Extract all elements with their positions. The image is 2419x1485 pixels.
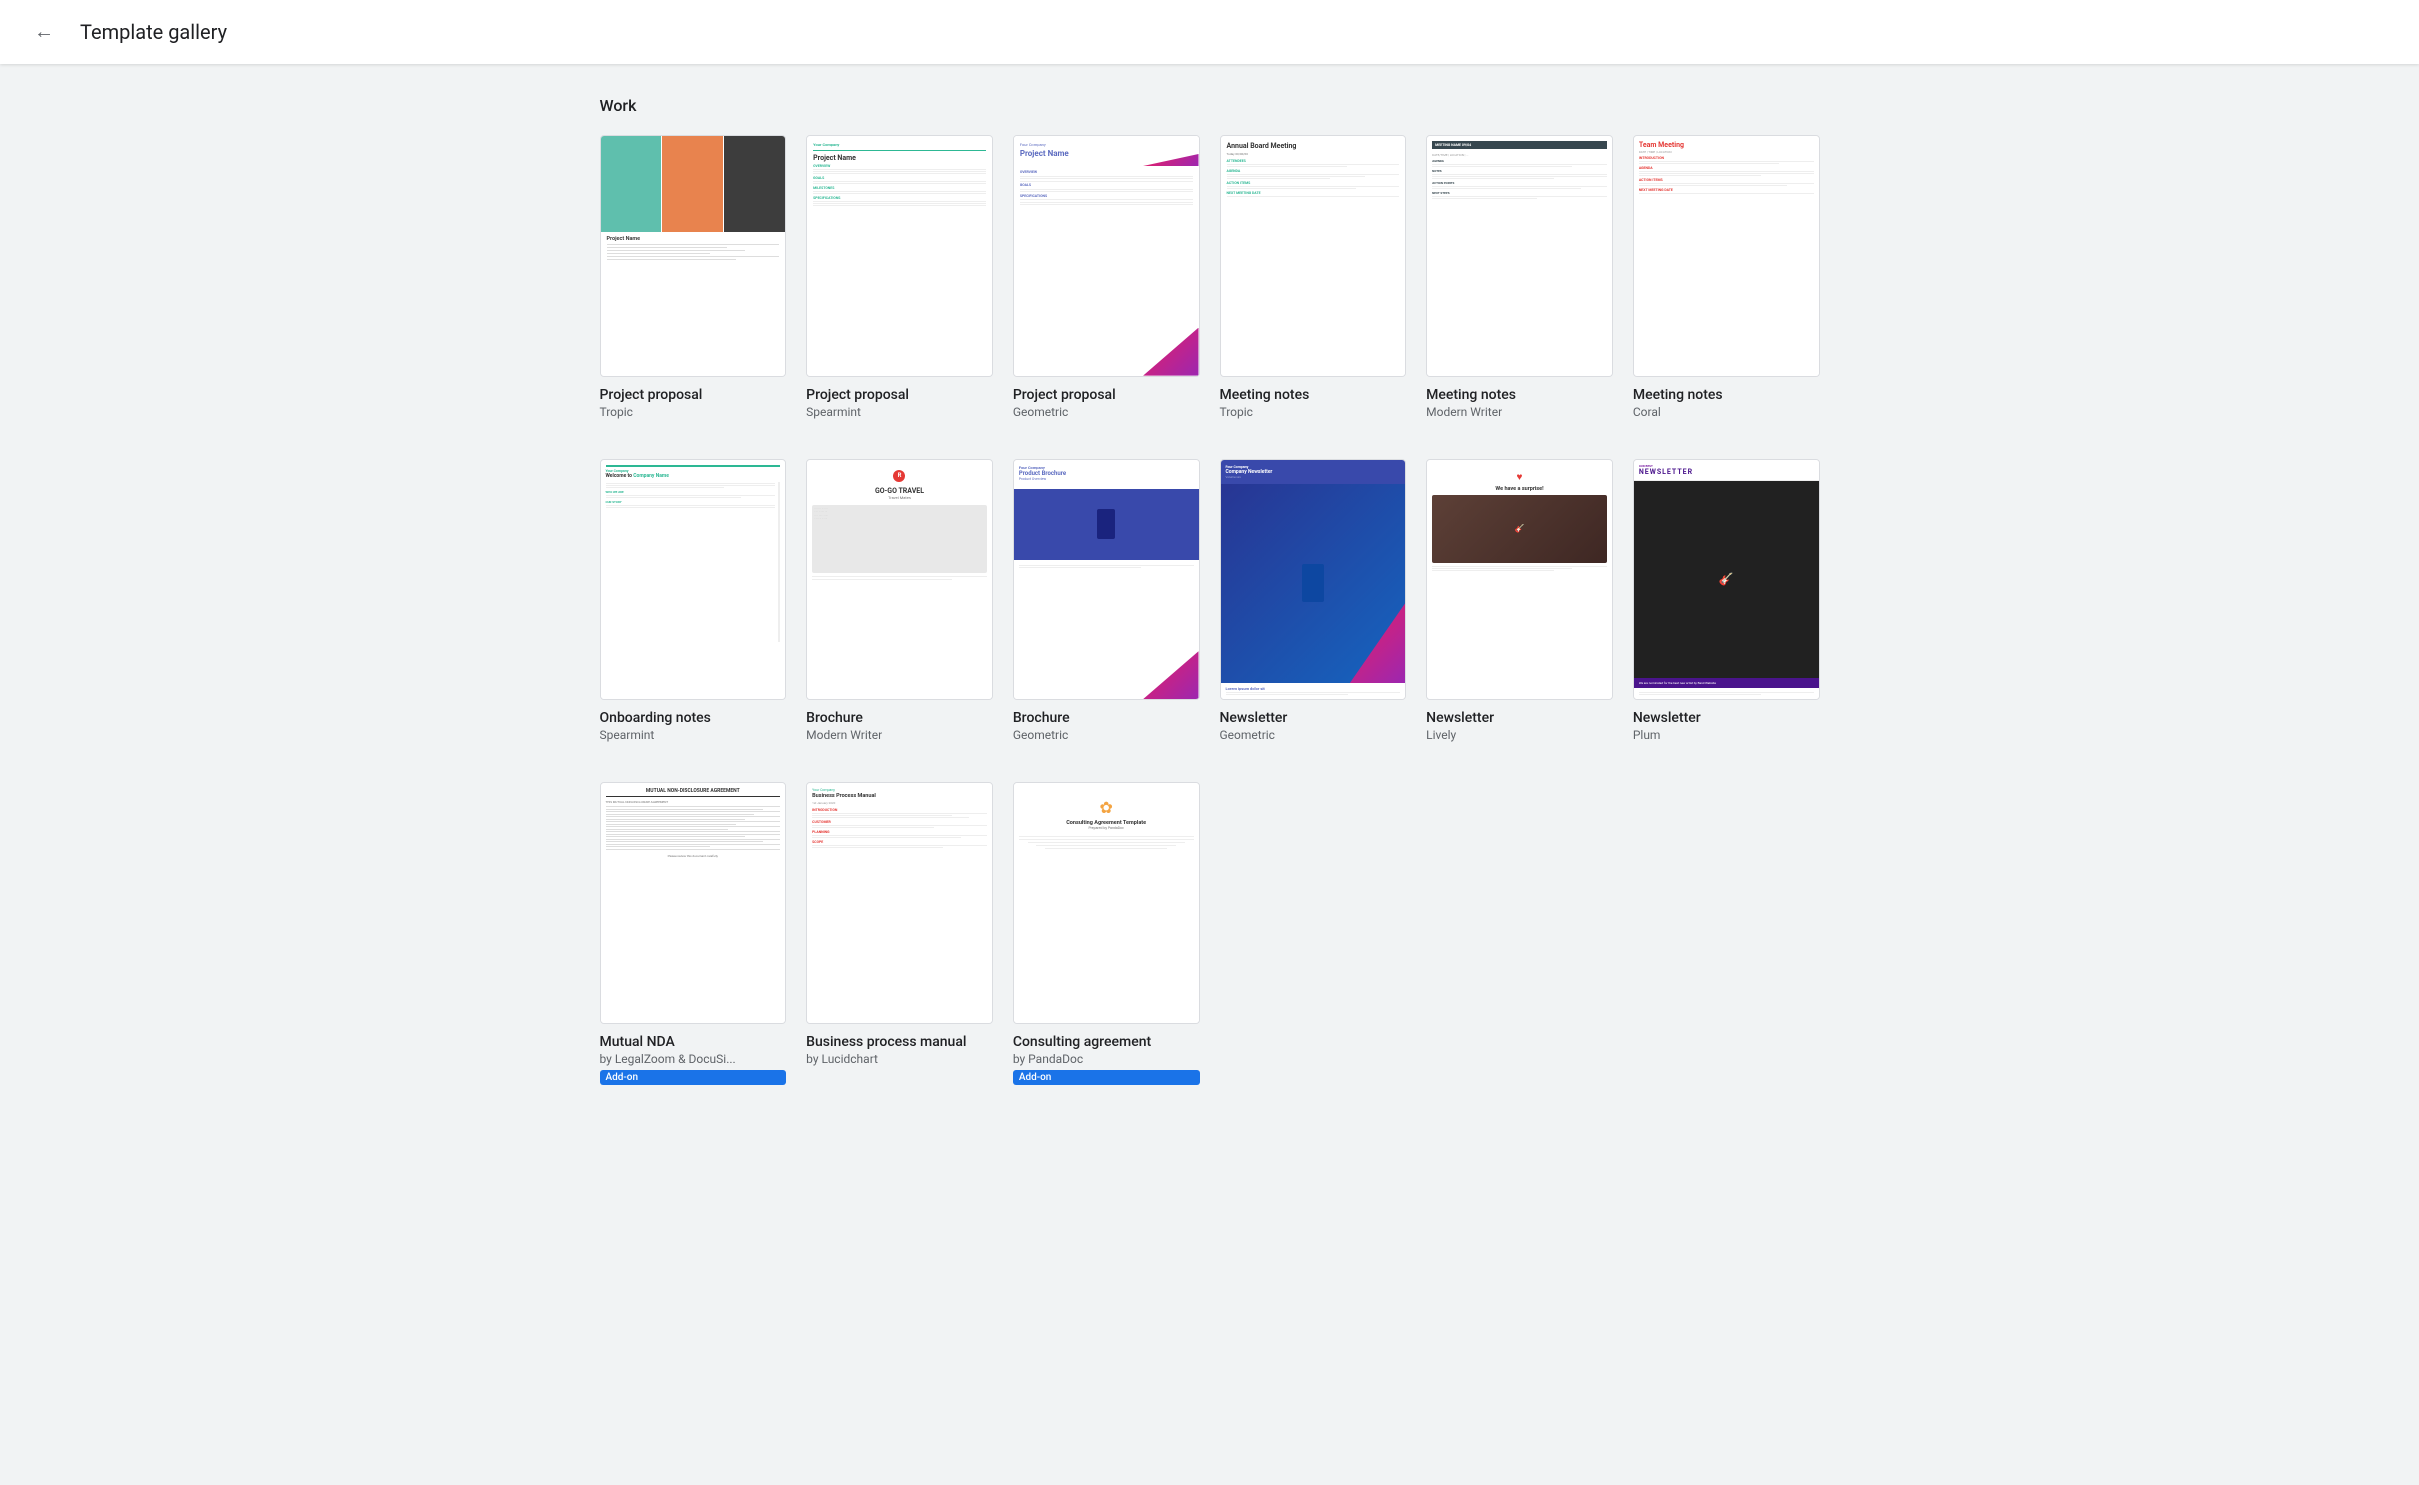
template-thumbnail: ♥ We have a surprise! 🎸 <box>1426 459 1613 701</box>
template-name: Onboarding notes <box>600 710 787 726</box>
template-sub: Spearmint <box>806 405 993 419</box>
template-thumbnail: Annual Board Meeting Today 00/00/00 ATTE… <box>1220 135 1407 377</box>
template-thumbnail: Your Company Welcome to Company Name WHO… <box>600 459 787 701</box>
template-thumbnail: MUTUAL NON-DISCLOSURE AGREEMENT THIS MUT… <box>600 782 787 1024</box>
main-content: Work Project Name <box>560 64 1860 1157</box>
template-thumbnail: Team Meeting DATE | TIME | LOCATION INTR… <box>1633 135 1820 377</box>
template-name: Mutual NDA <box>600 1034 787 1050</box>
template-card-newsletter-geometric[interactable]: Four Company Company Newsletter Volume x… <box>1220 459 1407 743</box>
template-sub: by LegalZoom & DocuSi... <box>600 1052 787 1066</box>
template-name: Brochure <box>1013 710 1200 726</box>
template-card-consulting-agreement[interactable]: ✿ Consulting Agreement Template Prepared… <box>1013 782 1200 1085</box>
template-card-project-proposal-spearmint[interactable]: Your Company Project Name OVERVIEW GOALS… <box>806 135 993 419</box>
template-card-brochure-modern-writer[interactable]: R GO-GO TRAVEL Travel Mates ··· ··· · ··… <box>806 459 993 743</box>
template-thumbnail: Our Best NEWSLETTER 🎸 We are nominated f… <box>1633 459 1820 701</box>
template-sub: Modern Writer <box>806 728 993 742</box>
template-thumbnail: Your Company Business Process Manual 1st… <box>806 782 993 1024</box>
work-section: Work Project Name <box>600 96 1820 1085</box>
template-name: Meeting notes <box>1633 387 1820 403</box>
addon-badge: Add-on <box>600 1070 787 1085</box>
template-grid-row-2: Your Company Welcome to Company Name WHO… <box>600 459 1820 743</box>
template-name: Consulting agreement <box>1013 1034 1200 1050</box>
template-sub: by PandaDoc <box>1013 1052 1200 1066</box>
template-thumbnail: Four Company Company Newsletter Volume x… <box>1220 459 1407 701</box>
template-sub: Tropic <box>1220 405 1407 419</box>
template-sub: Spearmint <box>600 728 787 742</box>
template-card-meeting-notes-coral[interactable]: Team Meeting DATE | TIME | LOCATION INTR… <box>1633 135 1820 419</box>
template-card-brochure-geometric[interactable]: Four Company Product Brochure Product Ov… <box>1013 459 1200 743</box>
template-name: Brochure <box>806 710 993 726</box>
template-sub: Coral <box>1633 405 1820 419</box>
template-thumbnail: MEETING NAME 09/04 DATE/TIME | LOCATION … <box>1426 135 1613 377</box>
template-thumbnail: Your Company Project Name OVERVIEW GOALS… <box>806 135 993 377</box>
template-name: Business process manual <box>806 1034 993 1050</box>
template-thumbnail: Project Name <box>600 135 787 377</box>
template-name: Newsletter <box>1220 710 1407 726</box>
template-thumbnail: R GO-GO TRAVEL Travel Mates ··· ··· · ··… <box>806 459 993 701</box>
template-card-meeting-notes-modern-writer[interactable]: MEETING NAME 09/04 DATE/TIME | LOCATION … <box>1426 135 1613 419</box>
template-name: Project proposal <box>600 387 787 403</box>
template-name: Project proposal <box>806 387 993 403</box>
template-card-newsletter-lively[interactable]: ♥ We have a surprise! 🎸 Newsletter Livel… <box>1426 459 1613 743</box>
template-name: Meeting notes <box>1426 387 1613 403</box>
template-sub: Geometric <box>1013 728 1200 742</box>
template-name: Meeting notes <box>1220 387 1407 403</box>
page-title: Template gallery <box>80 20 227 44</box>
template-card-meeting-notes-tropic[interactable]: Annual Board Meeting Today 00/00/00 ATTE… <box>1220 135 1407 419</box>
work-section-title: Work <box>600 96 1820 115</box>
template-sub: by Lucidchart <box>806 1052 993 1066</box>
template-sub: Plum <box>1633 728 1820 742</box>
template-thumbnail: Four Company Product Brochure Product Ov… <box>1013 459 1200 701</box>
template-card-business-process-manual[interactable]: Your Company Business Process Manual 1st… <box>806 782 993 1085</box>
template-grid-row-1: Project Name Project proposal Tropic <box>600 135 1820 419</box>
template-sub: Lively <box>1426 728 1613 742</box>
template-name: Project proposal <box>1013 387 1200 403</box>
template-sub: Tropic <box>600 405 787 419</box>
template-name: Newsletter <box>1426 710 1613 726</box>
template-sub: Geometric <box>1220 728 1407 742</box>
template-card-newsletter-plum[interactable]: Our Best NEWSLETTER 🎸 We are nominated f… <box>1633 459 1820 743</box>
app-header: ← Template gallery <box>0 0 2419 64</box>
addon-badge: Add-on <box>1013 1070 1200 1085</box>
template-name: Newsletter <box>1633 710 1820 726</box>
template-card-project-proposal-tropic[interactable]: Project Name Project proposal Tropic <box>600 135 787 419</box>
template-card-onboarding-spearmint[interactable]: Your Company Welcome to Company Name WHO… <box>600 459 787 743</box>
template-grid-row-3: MUTUAL NON-DISCLOSURE AGREEMENT THIS MUT… <box>600 782 1820 1085</box>
template-card-mutual-nda[interactable]: MUTUAL NON-DISCLOSURE AGREEMENT THIS MUT… <box>600 782 787 1085</box>
template-sub: Geometric <box>1013 405 1200 419</box>
template-thumbnail: ✿ Consulting Agreement Template Prepared… <box>1013 782 1200 1024</box>
back-button[interactable]: ← <box>24 12 64 52</box>
template-sub: Modern Writer <box>1426 405 1613 419</box>
template-card-project-proposal-geometric[interactable]: Four Company Project Name OVERVIEW GOALS… <box>1013 135 1200 419</box>
template-thumbnail: Four Company Project Name OVERVIEW GOALS… <box>1013 135 1200 377</box>
